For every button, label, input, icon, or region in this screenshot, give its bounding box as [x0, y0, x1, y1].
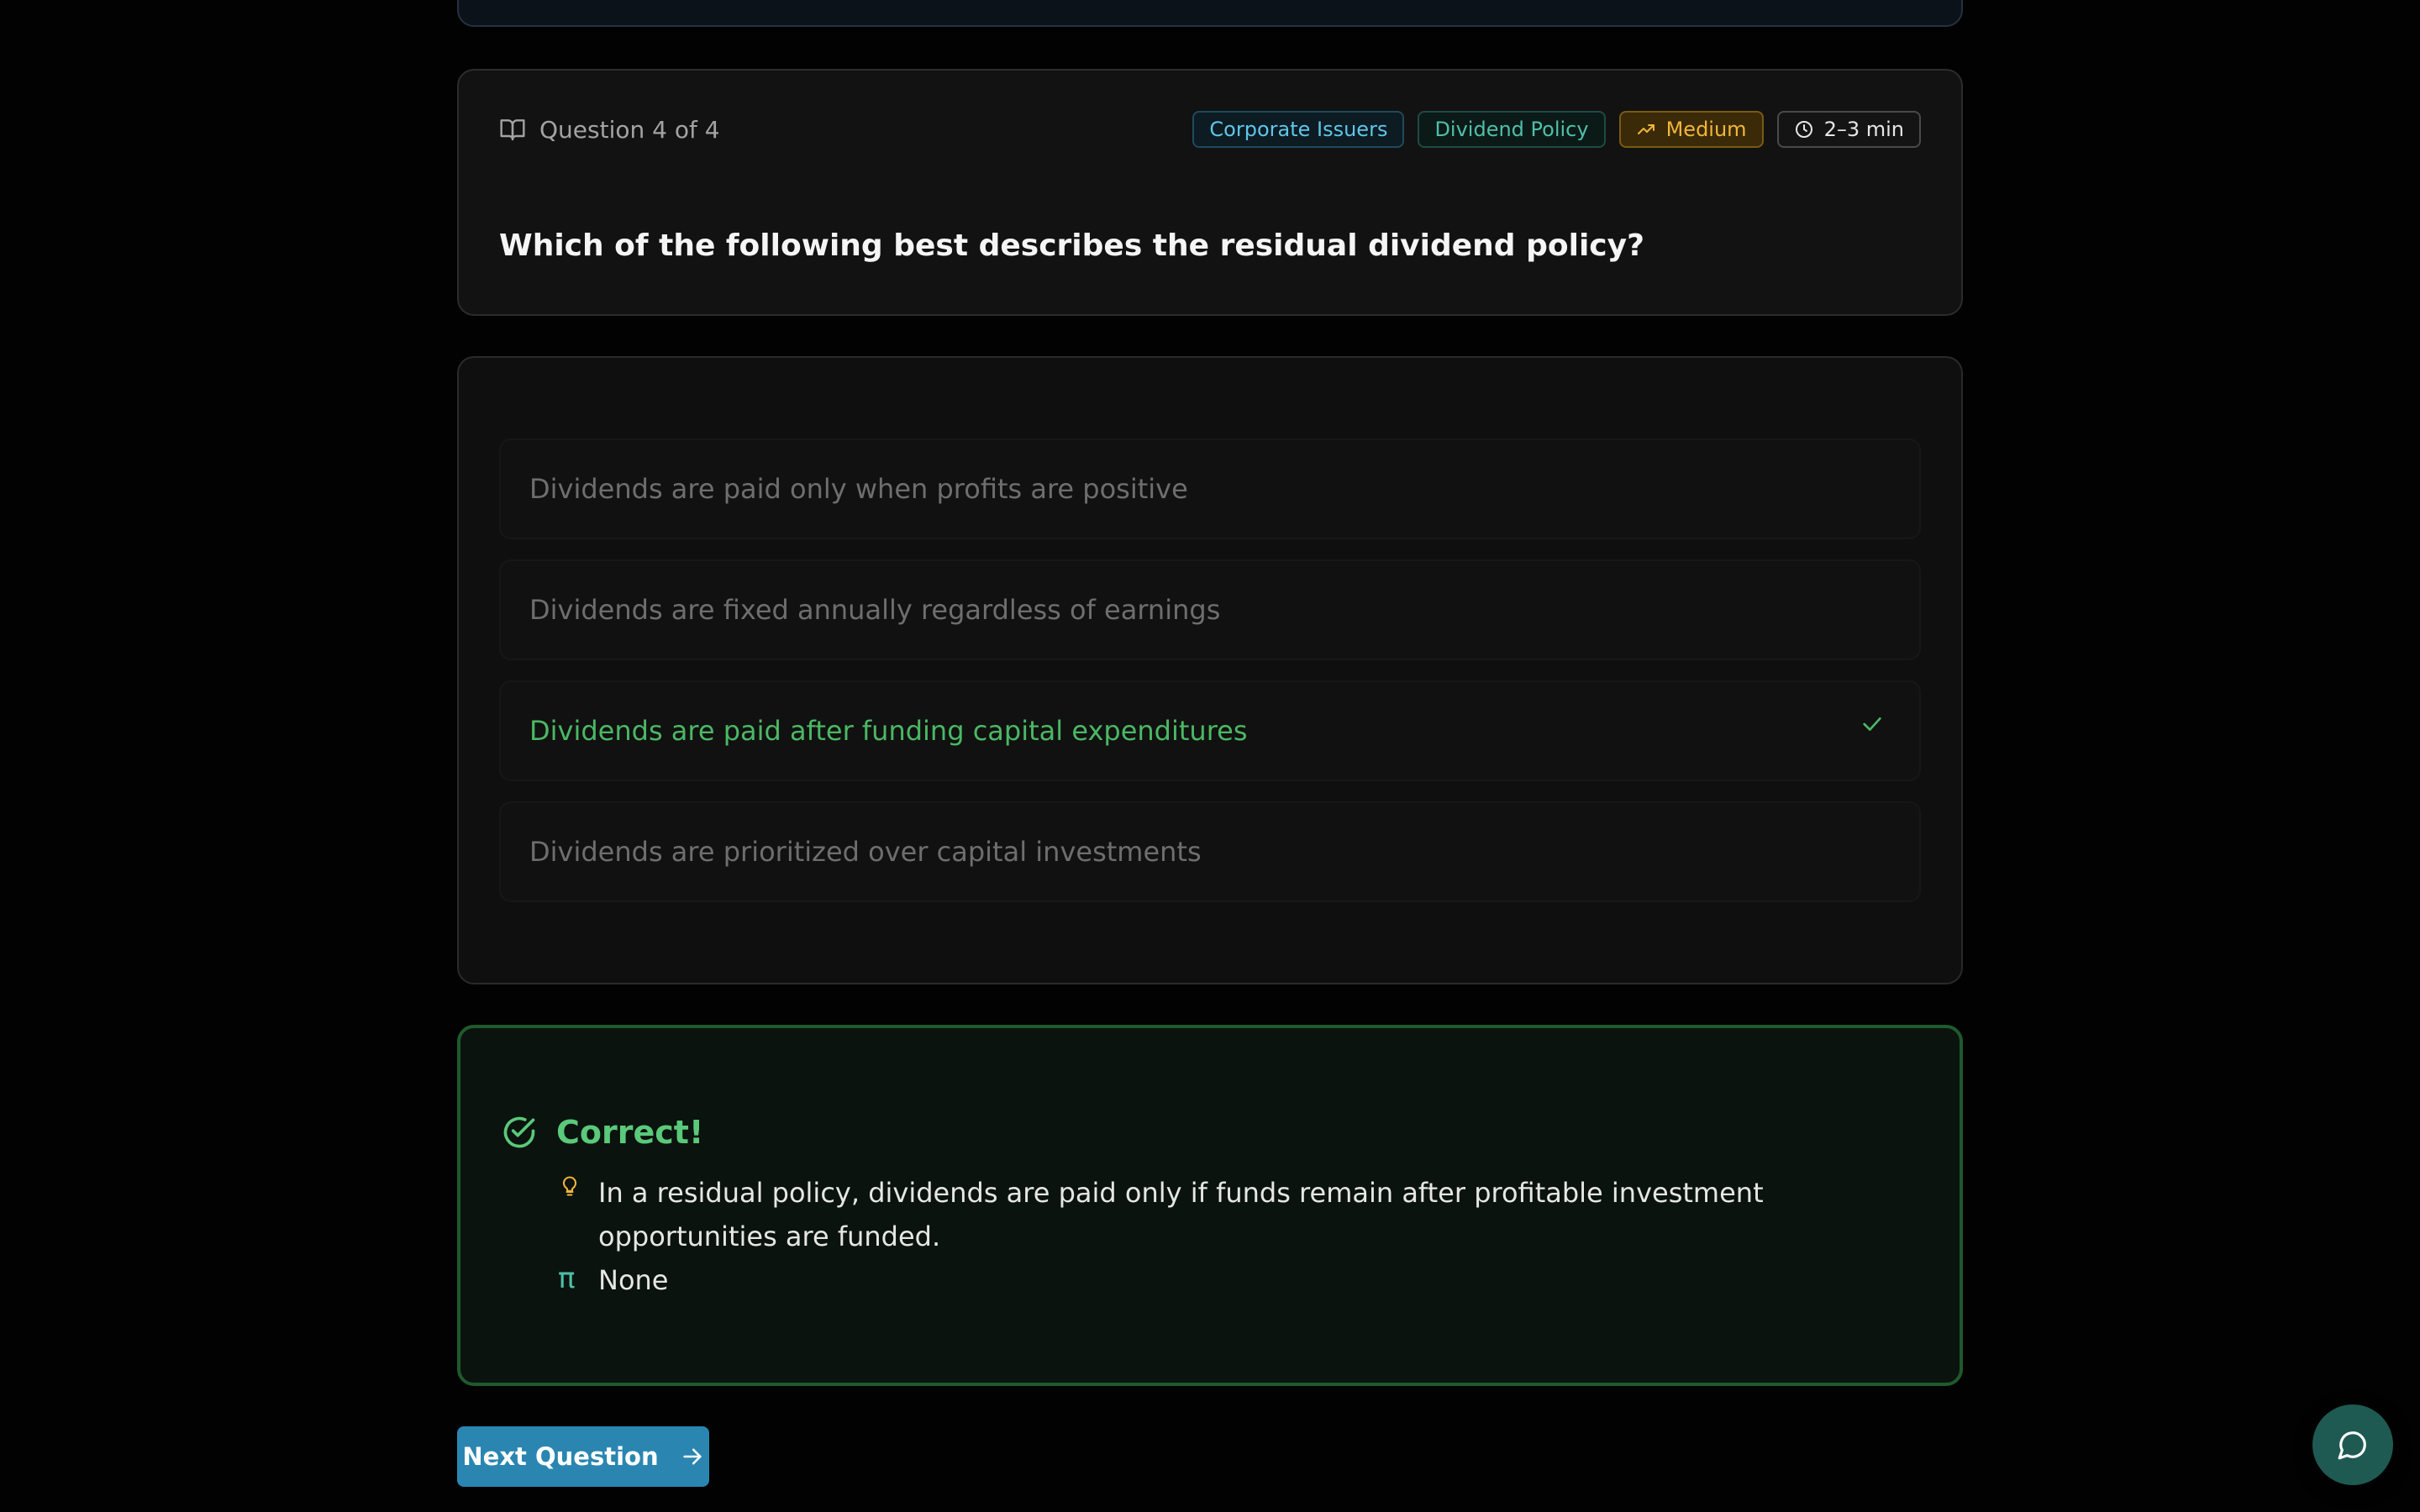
- previous-card: [457, 0, 1963, 27]
- chat-bubble-icon: [2338, 1431, 2366, 1460]
- subtopic-tag: Dividend Policy: [1418, 111, 1606, 148]
- next-question-button[interactable]: Next Question: [457, 1426, 709, 1487]
- trending-up-icon: [1637, 124, 1655, 134]
- question-counter: Question 4 of 4: [499, 116, 720, 144]
- feedback-card: Correct! In a residual policy, dividends…: [457, 1025, 1963, 1386]
- question-header: Question 4 of 4 Corporate Issuers Divide…: [499, 111, 1921, 148]
- answer-option-label: Dividends are paid only when profits are…: [529, 473, 1188, 505]
- chat-button[interactable]: [2312, 1404, 2393, 1485]
- book-open-icon: [500, 119, 525, 141]
- time-tag: 2–3 min: [1776, 111, 1921, 148]
- formula-row: π None: [558, 1258, 1909, 1302]
- question-text: Which of the following best describes th…: [499, 228, 1644, 263]
- feedback-title-text: Correct!: [556, 1114, 704, 1151]
- difficulty-tag-label: Medium: [1665, 118, 1747, 141]
- feedback-title: Correct!: [501, 1114, 703, 1151]
- tag-list: Corporate Issuers Dividend Policy Medium…: [1192, 111, 1921, 148]
- clock-icon: [1795, 121, 1812, 138]
- question-card: Question 4 of 4 Corporate Issuers Divide…: [457, 69, 1963, 316]
- answer-option-label: Dividends are fixed annually regardless …: [529, 594, 1221, 626]
- lightbulb-icon: [562, 1176, 577, 1196]
- answer-option-label: Dividends are prioritized over capital i…: [529, 836, 1202, 868]
- answer-option[interactable]: Dividends are prioritized over capital i…: [499, 801, 1921, 902]
- topic-tag: Corporate Issuers: [1192, 111, 1405, 148]
- question-counter-text: Question 4 of 4: [539, 115, 720, 144]
- explanation-text: In a residual policy, dividends are paid…: [598, 1177, 1764, 1252]
- answer-option-correct[interactable]: Dividends are paid after funding capital…: [499, 680, 1921, 781]
- check-icon: [1863, 717, 1881, 731]
- explanation-row: In a residual policy, dividends are paid…: [558, 1171, 1909, 1258]
- next-question-label: Next Question: [462, 1442, 659, 1471]
- pi-icon: π: [558, 1262, 576, 1295]
- check-circle-icon: [503, 1116, 535, 1148]
- subtopic-tag-label: Dividend Policy: [1434, 118, 1589, 141]
- answer-option-label: Dividends are paid after funding capital…: [529, 715, 1248, 747]
- options-card: Dividends are paid only when profits are…: [457, 356, 1963, 984]
- answer-option[interactable]: Dividends are paid only when profits are…: [499, 438, 1921, 539]
- answer-option[interactable]: Dividends are fixed annually regardless …: [499, 559, 1921, 660]
- topic-tag-label: Corporate Issuers: [1209, 118, 1388, 141]
- time-tag-label: 2–3 min: [1823, 118, 1904, 141]
- difficulty-tag: Medium: [1618, 111, 1764, 148]
- formula-text: None: [598, 1264, 669, 1296]
- arrow-right-icon: [682, 1448, 702, 1465]
